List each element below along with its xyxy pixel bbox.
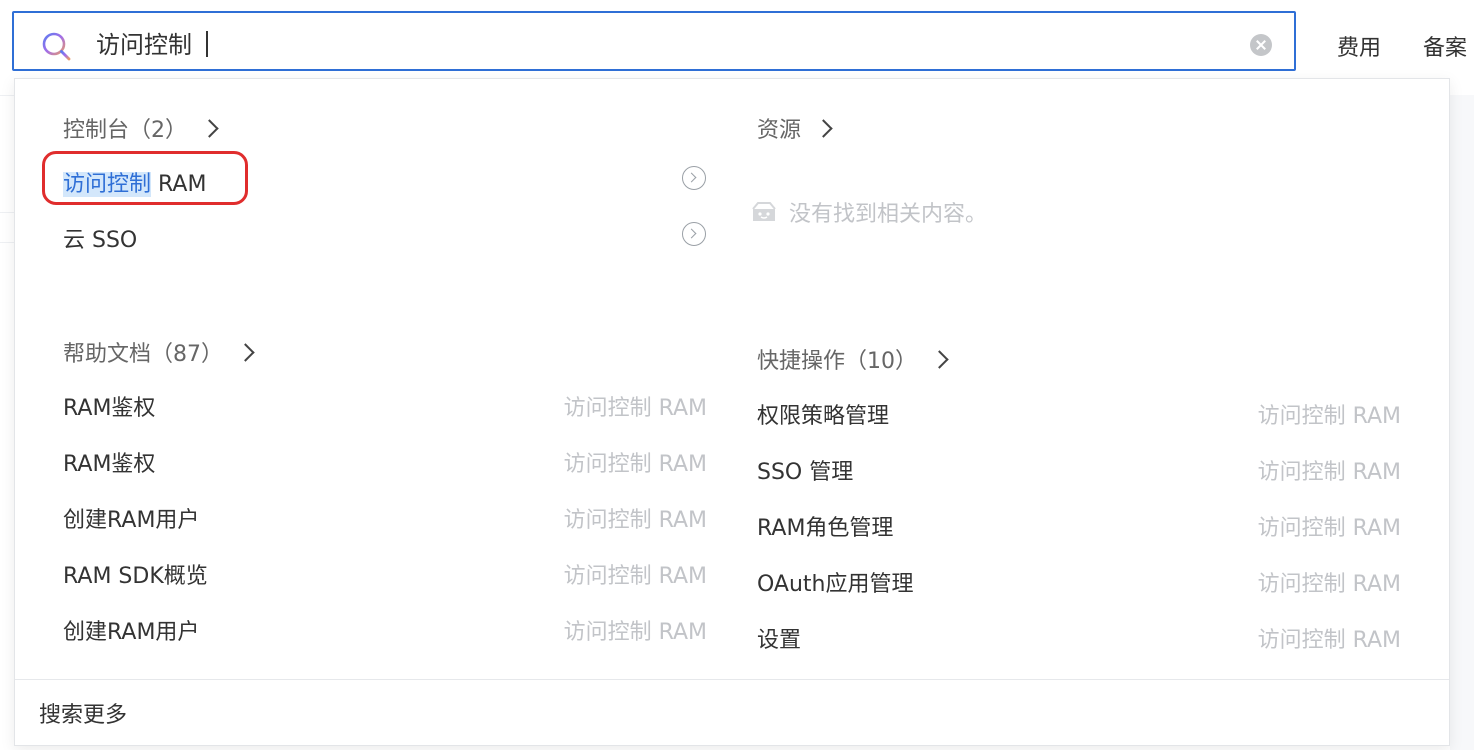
console-item-cloud-sso[interactable]: 云 SSO [63, 222, 137, 254]
empty-state-text: 没有找到相关内容。 [789, 202, 988, 227]
go-arrow-icon[interactable] [682, 222, 706, 246]
resources-section-title[interactable]: 资源 [757, 112, 833, 144]
doc-item[interactable]: 创建RAM用户 [63, 614, 199, 646]
matched-text: 访问控制 [63, 172, 152, 197]
search-icon [42, 32, 71, 61]
doc-item-product-tag: 访问控制 RAM [563, 620, 707, 645]
search-more-link[interactable]: 搜索更多 [39, 697, 127, 729]
chevron-right-icon [930, 349, 949, 369]
doc-item-product-tag: 访问控制 RAM [563, 564, 707, 589]
chevron-right-icon [814, 118, 833, 138]
console-section-title[interactable]: 控制台（2） [63, 112, 219, 144]
topnav-item-filing[interactable]: 备案 [1423, 30, 1467, 62]
chevron-right-icon [236, 342, 255, 362]
background-panel [1450, 95, 1474, 750]
console-item-label: RAM [151, 172, 207, 197]
global-search-box[interactable] [12, 11, 1296, 71]
doc-item[interactable]: RAM鉴权 [63, 390, 155, 422]
quick-actions-section-label: 快捷操作（10） [757, 349, 917, 374]
console-section-label: 控制台（2） [63, 118, 187, 143]
quick-action-item[interactable]: OAuth应用管理 [757, 566, 914, 598]
search-suggestions-dropdown: 控制台（2） 访问控制 RAM 云 SSO 资源 没有找到相关内容。 帮助文档（… [14, 78, 1450, 746]
quick-action-product-tag: 访问控制 RAM [1257, 628, 1401, 653]
chevron-right-icon [200, 118, 219, 138]
resources-section-label: 资源 [757, 118, 802, 143]
docs-section-title[interactable]: 帮助文档（87） [63, 336, 255, 368]
docs-section-label: 帮助文档（87） [63, 342, 223, 367]
empty-box-icon [752, 202, 776, 221]
clear-search-icon[interactable] [1250, 34, 1272, 56]
doc-item[interactable]: 创建RAM用户 [63, 502, 199, 534]
doc-item-product-tag: 访问控制 RAM [563, 508, 707, 533]
search-input[interactable] [96, 27, 1216, 57]
doc-item[interactable]: RAM SDK概览 [63, 558, 208, 590]
quick-action-item[interactable]: 权限策略管理 [757, 398, 889, 430]
doc-item-product-tag: 访问控制 RAM [563, 452, 707, 477]
quick-action-product-tag: 访问控制 RAM [1257, 404, 1401, 429]
topnav-item-billing[interactable]: 费用 [1337, 30, 1381, 62]
console-item-ram[interactable]: 访问控制 RAM [63, 166, 206, 198]
go-arrow-icon[interactable] [682, 166, 706, 190]
doc-item-product-tag: 访问控制 RAM [563, 396, 707, 421]
footer-divider [15, 679, 1449, 680]
quick-action-item[interactable]: 设置 [757, 622, 801, 654]
quick-actions-section-title[interactable]: 快捷操作（10） [757, 343, 949, 375]
quick-action-product-tag: 访问控制 RAM [1257, 572, 1401, 597]
empty-state: 没有找到相关内容。 [749, 196, 987, 228]
quick-action-item[interactable]: RAM角色管理 [757, 510, 893, 542]
console-item-label: 云 SSO [63, 228, 138, 253]
quick-action-product-tag: 访问控制 RAM [1257, 460, 1401, 485]
doc-item[interactable]: RAM鉴权 [63, 446, 155, 478]
text-cursor [206, 31, 208, 57]
quick-action-item[interactable]: SSO 管理 [757, 454, 853, 486]
quick-action-product-tag: 访问控制 RAM [1257, 516, 1401, 541]
